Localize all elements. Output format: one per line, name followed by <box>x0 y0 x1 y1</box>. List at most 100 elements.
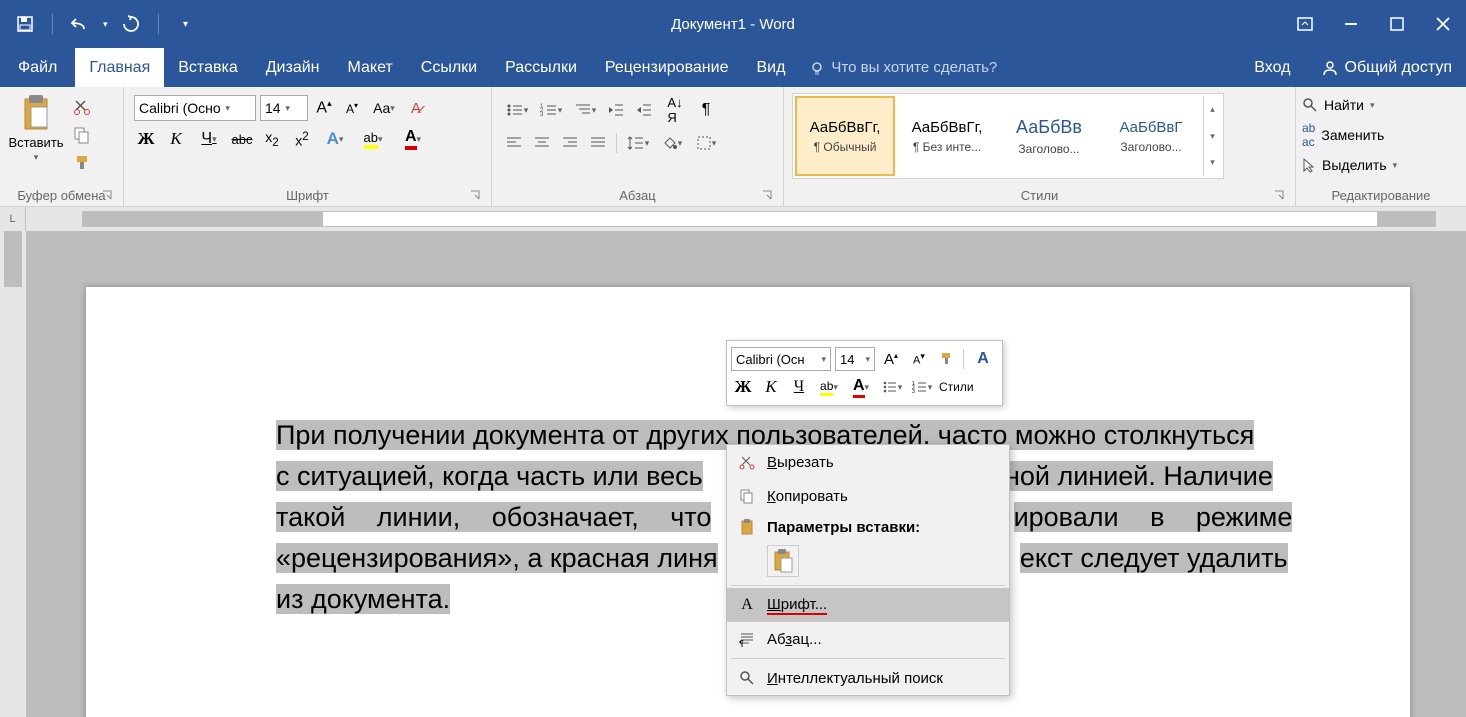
group-font: Calibri (Осно▾ 14▾ A▴ A▾ Aa▾ A̷ Ж К Ч▾ a… <box>124 87 492 206</box>
tab-view[interactable]: Вид <box>742 48 799 87</box>
show-marks-button[interactable]: ¶ <box>694 98 718 122</box>
vertical-ruler <box>0 231 26 717</box>
grow-font-button[interactable]: A▴ <box>312 96 336 120</box>
replace-button[interactable]: abac Заменить <box>1302 123 1397 147</box>
paste-button[interactable]: Вставить ▾ <box>6 91 66 163</box>
tab-layout[interactable]: Макет <box>334 48 407 87</box>
borders-button[interactable]: ▾ <box>691 135 721 151</box>
context-smart-lookup[interactable]: Интеллектуальный поиск <box>727 661 1009 695</box>
align-left-button[interactable] <box>502 131 526 155</box>
subscript-button[interactable]: x2 <box>260 127 284 151</box>
clipboard-launcher[interactable] <box>101 189 115 203</box>
text-effects-button[interactable]: A▾ <box>320 129 350 149</box>
brush-icon <box>73 154 91 172</box>
search-icon <box>737 670 757 686</box>
tab-mailings[interactable]: Рассылки <box>491 48 591 87</box>
style-normal[interactable]: АаБбВвГг, ¶ Обычный <box>795 96 895 176</box>
mini-styles-button[interactable]: A <box>968 350 998 368</box>
mini-bullets[interactable]: ▾ <box>879 380 905 394</box>
save-button[interactable] <box>8 7 42 41</box>
maximize-button[interactable] <box>1374 0 1420 48</box>
mini-bold[interactable]: Ж <box>731 375 755 399</box>
mini-font-combo[interactable]: Calibri (Осн▾ <box>731 347 831 371</box>
style-heading2[interactable]: АаБбВвГ Заголово... <box>1101 96 1201 176</box>
font-name-combo[interactable]: Calibri (Осно▾ <box>134 95 256 121</box>
mini-numbering[interactable]: 123▾ <box>909 380 935 394</box>
change-case-button[interactable]: Aa▾ <box>368 100 400 116</box>
mini-font-color[interactable]: A▾ <box>847 377 875 398</box>
login-button[interactable]: Вход <box>1238 48 1306 87</box>
context-copy[interactable]: Копировать <box>727 479 1009 513</box>
tab-insert[interactable]: Вставка <box>164 48 251 87</box>
context-font[interactable]: A Шрифт... <box>727 588 1009 622</box>
font-launcher[interactable] <box>469 189 483 203</box>
shrink-font-button[interactable]: A▾ <box>340 96 364 120</box>
mini-highlight[interactable]: ab▾ <box>815 379 843 396</box>
styles-scroll-up[interactable]: ▴ <box>1204 96 1221 123</box>
find-button[interactable]: Найти▾ <box>1302 93 1397 117</box>
context-paragraph[interactable]: ¶ Абзац... <box>727 622 1009 656</box>
cut-button[interactable] <box>70 95 94 119</box>
minimize-button[interactable] <box>1328 0 1374 48</box>
tell-me-search[interactable]: Что вы хотите сделать? <box>799 48 1007 87</box>
decrease-indent-button[interactable] <box>604 98 628 122</box>
paste-keep-source[interactable] <box>767 545 799 577</box>
underline-button[interactable]: Ч▾ <box>194 130 224 148</box>
redo-button[interactable] <box>114 7 148 41</box>
mini-underline[interactable]: Ч <box>787 375 811 399</box>
window-title: Документ1 - Word <box>671 16 795 33</box>
paragraph-launcher[interactable] <box>761 189 775 203</box>
close-button[interactable] <box>1420 0 1466 48</box>
bullets-button[interactable]: ▾ <box>502 102 532 118</box>
mini-format-painter[interactable] <box>935 347 959 371</box>
scissors-icon <box>737 454 757 470</box>
context-paste-options-label: Параметры вставки: <box>727 513 1009 541</box>
mini-italic[interactable]: К <box>759 375 783 399</box>
styles-gallery: АаБбВвГг, ¶ Обычный АаБбВвГг, ¶ Без инте… <box>792 93 1224 179</box>
mini-size-combo[interactable]: 14▾ <box>835 347 875 371</box>
copy-icon <box>73 126 91 144</box>
strike-button[interactable]: abc <box>230 127 254 151</box>
share-label: Общий доступ <box>1345 59 1453 77</box>
styles-launcher[interactable] <box>1273 189 1287 203</box>
superscript-button[interactable]: x2 <box>290 127 314 151</box>
format-painter-button[interactable] <box>70 151 94 175</box>
share-button[interactable]: Общий доступ <box>1307 48 1466 87</box>
align-right-button[interactable] <box>558 131 582 155</box>
align-center-button[interactable] <box>530 131 554 155</box>
select-button[interactable]: Выделить▾ <box>1302 153 1397 177</box>
context-cut[interactable]: Вырезать <box>727 445 1009 479</box>
sort-button[interactable]: А↓Я <box>660 95 690 125</box>
mini-shrink-font[interactable]: A▾ <box>907 347 931 371</box>
multilevel-button[interactable]: ▾ <box>570 102 600 118</box>
highlight-button[interactable]: ab▾ <box>356 130 390 149</box>
undo-button[interactable] <box>63 7 97 41</box>
mini-styles-label[interactable]: Стили <box>939 380 974 394</box>
tab-file[interactable]: Файл <box>0 48 75 87</box>
font-size-combo[interactable]: 14▾ <box>260 95 308 121</box>
qat-customize-button[interactable]: ▾ <box>169 7 203 41</box>
paragraph-icon: ¶ <box>737 631 757 647</box>
justify-button[interactable] <box>586 131 610 155</box>
tab-home[interactable]: Главная <box>75 48 164 87</box>
style-heading1[interactable]: АаБбВв Заголово... <box>999 96 1099 176</box>
group-paragraph: ▾ 123▾ ▾ А↓Я ¶ ▾ ▾ ▾ Абзац <box>492 87 784 206</box>
font-color-button[interactable]: A▾ <box>396 128 430 150</box>
tab-design[interactable]: Дизайн <box>252 48 334 87</box>
tab-references[interactable]: Ссылки <box>407 48 491 87</box>
italic-button[interactable]: К <box>164 127 188 151</box>
styles-scroll-down[interactable]: ▾ <box>1204 123 1221 150</box>
line-spacing-button[interactable]: ▾ <box>623 135 653 151</box>
styles-expand[interactable]: ▾ <box>1204 149 1221 176</box>
increase-indent-button[interactable] <box>632 98 656 122</box>
tab-review[interactable]: Рецензирование <box>591 48 743 87</box>
bold-button[interactable]: Ж <box>134 127 158 151</box>
numbering-button[interactable]: 123▾ <box>536 102 566 118</box>
shading-button[interactable]: ▾ <box>657 135 687 151</box>
tab-selector[interactable]: L <box>0 207 26 231</box>
mini-grow-font[interactable]: A▴ <box>879 347 903 371</box>
style-no-spacing[interactable]: АаБбВвГг, ¶ Без инте... <box>897 96 997 176</box>
copy-button[interactable] <box>70 123 94 147</box>
clear-formatting-button[interactable]: A̷ <box>404 96 428 120</box>
ribbon-display-button[interactable] <box>1282 0 1328 48</box>
